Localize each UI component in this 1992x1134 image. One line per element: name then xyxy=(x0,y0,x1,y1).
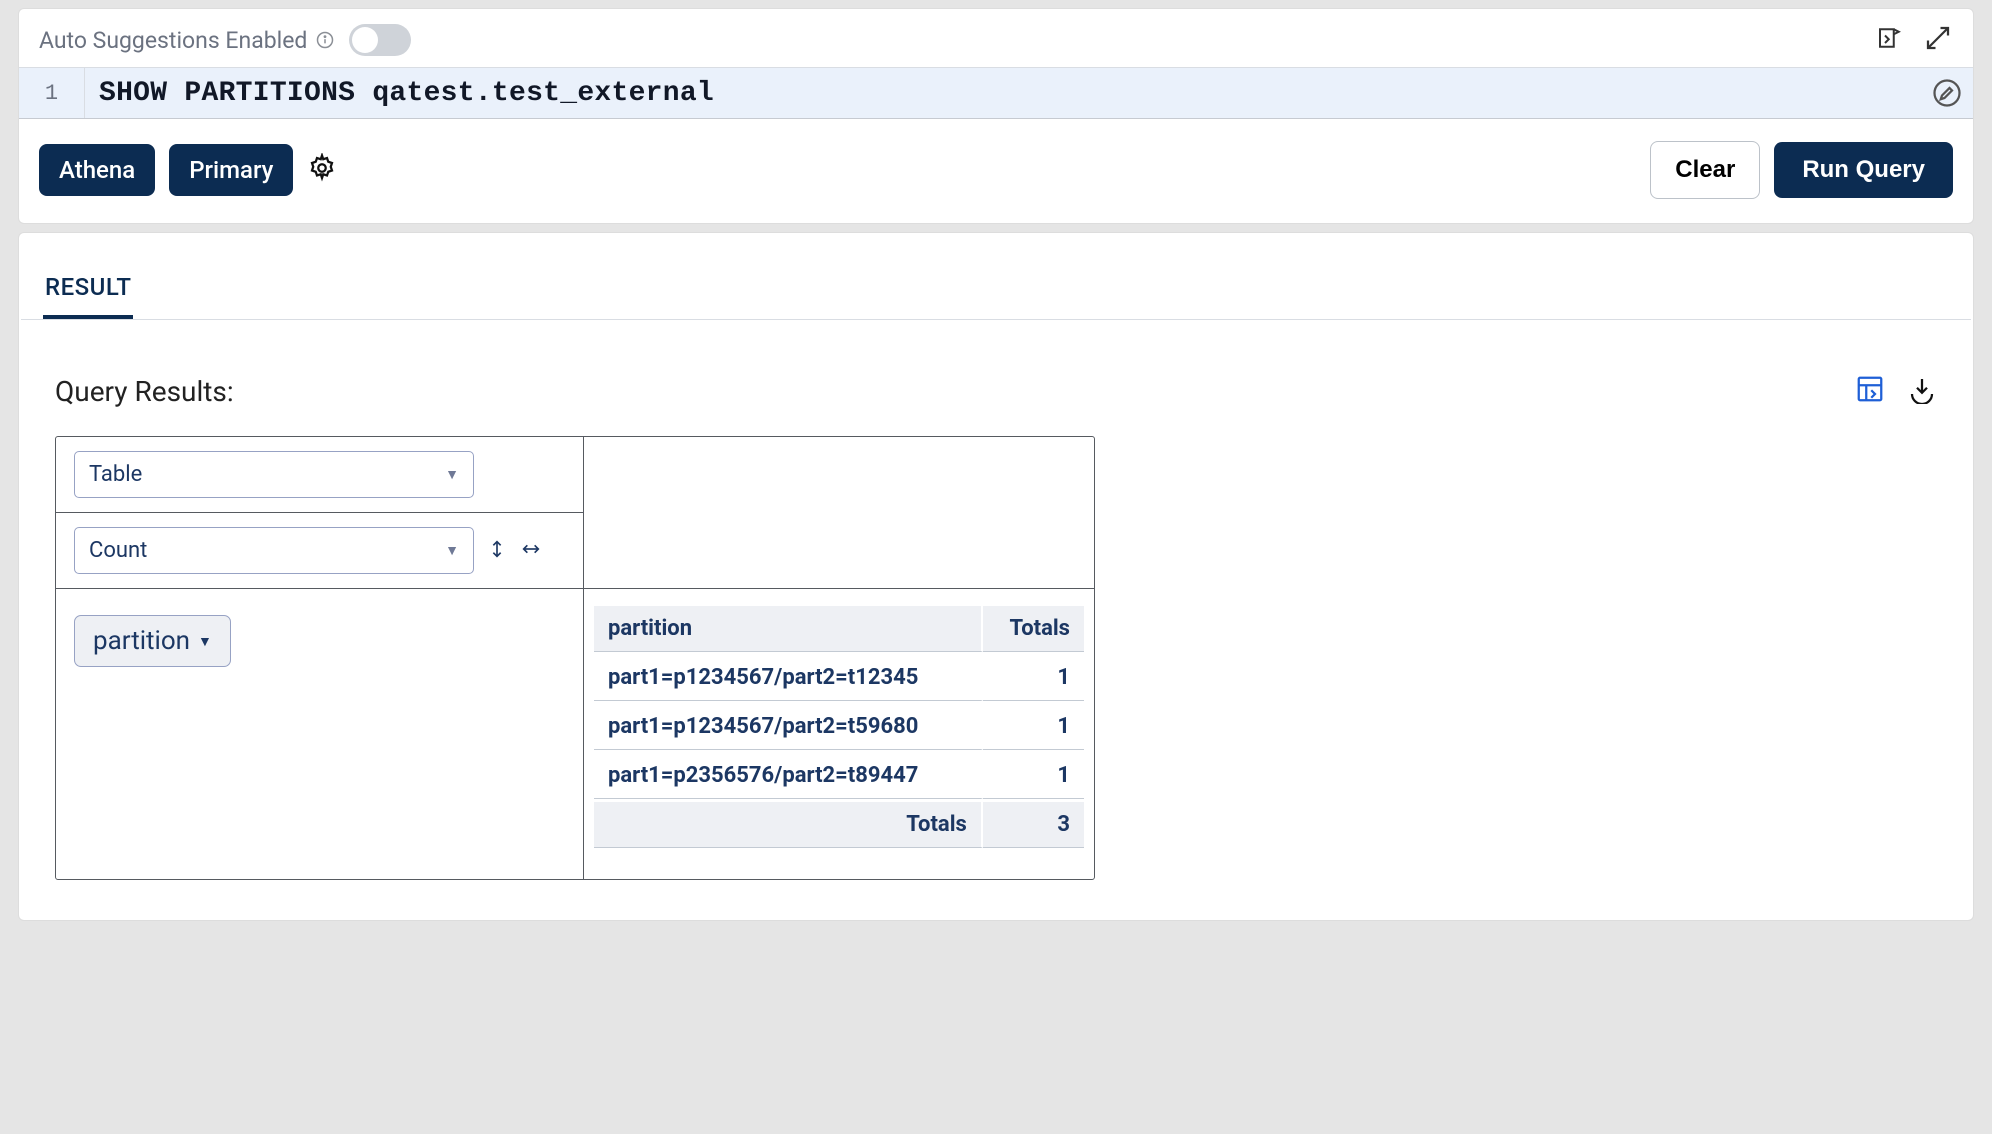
tab-result[interactable]: RESULT xyxy=(43,259,133,319)
results-table: partition Totals part1=p1234567/part2=t1… xyxy=(594,603,1084,851)
cell-count: 1 xyxy=(983,753,1084,799)
cell-partition: part1=p2356576/part2=t89447 xyxy=(594,753,983,799)
download-icon[interactable] xyxy=(1907,374,1937,408)
view-select[interactable]: Table ▼ xyxy=(74,451,474,498)
agg-select-row: Count ▼ xyxy=(56,513,583,589)
chevron-down-icon: ▼ xyxy=(445,542,459,559)
clear-button[interactable]: Clear xyxy=(1650,141,1760,199)
view-select-value: Table xyxy=(89,462,142,487)
engine-chip[interactable]: Athena xyxy=(39,144,155,196)
pivot-container: Table ▼ Count ▼ xyxy=(55,436,1095,880)
table-footer-row: Totals 3 xyxy=(594,802,1084,848)
results-title: Query Results: xyxy=(55,375,234,408)
col-totals[interactable]: Totals xyxy=(983,606,1084,652)
editor-action-icons xyxy=(1875,23,1953,57)
auto-suggestions-toggle[interactable] xyxy=(349,24,411,56)
pivot-right: partition Totals part1=p1234567/part2=t1… xyxy=(584,437,1094,879)
chevron-down-icon: ▼ xyxy=(445,466,459,483)
view-select-row: Table ▼ xyxy=(56,437,583,513)
results-header: Query Results: xyxy=(55,374,1937,408)
info-icon[interactable] xyxy=(315,30,335,50)
run-query-button[interactable]: Run Query xyxy=(1774,142,1953,198)
pivot-config-left: Table ▼ Count ▼ xyxy=(56,437,584,879)
col-partition[interactable]: partition xyxy=(594,606,983,652)
cell-count: 1 xyxy=(983,655,1084,701)
groupby-chip[interactable]: partition ▼ xyxy=(74,615,231,667)
pivot-data: partition Totals part1=p1234567/part2=t1… xyxy=(584,589,1094,879)
footer-total: 3 xyxy=(983,802,1084,848)
results-wrap: Query Results: Table ▼ xyxy=(21,320,1971,880)
horizontal-swap-icon[interactable] xyxy=(520,538,542,564)
line-number: 1 xyxy=(19,68,85,118)
table-row: part1=p2356576/part2=t89447 1 xyxy=(594,753,1084,799)
code-editor[interactable]: 1 SHOW PARTITIONS qatest.test_external xyxy=(19,67,1973,119)
agg-select-value: Count xyxy=(89,538,147,563)
query-text[interactable]: SHOW PARTITIONS qatest.test_external xyxy=(85,68,1921,118)
open-editor-icon[interactable] xyxy=(1875,23,1905,57)
result-tabs: RESULT xyxy=(21,257,1971,320)
groupby-row: partition ▼ xyxy=(56,589,583,879)
table-header-row: partition Totals xyxy=(594,606,1084,652)
auto-suggestions-label: Auto Suggestions Enabled xyxy=(39,27,307,54)
cell-partition: part1=p1234567/part2=t12345 xyxy=(594,655,983,701)
workgroup-chip[interactable]: Primary xyxy=(169,144,293,196)
pivot-view-icon[interactable] xyxy=(1855,374,1885,408)
groupby-chip-label: partition xyxy=(93,626,190,656)
cell-count: 1 xyxy=(983,704,1084,750)
pivot-columns-dropzone[interactable] xyxy=(584,437,1094,589)
query-panel: Auto Suggestions Enabled 1 SHOW PARTITIO… xyxy=(18,8,1974,224)
table-row: part1=p1234567/part2=t12345 1 xyxy=(594,655,1084,701)
vertical-swap-icon[interactable] xyxy=(486,538,508,564)
table-row: part1=p1234567/part2=t59680 1 xyxy=(594,704,1084,750)
settings-icon[interactable] xyxy=(307,153,337,187)
auto-suggestions-row: Auto Suggestions Enabled xyxy=(39,23,1953,57)
footer-label: Totals xyxy=(594,802,983,848)
triangle-down-icon: ▼ xyxy=(198,633,212,650)
expand-icon[interactable] xyxy=(1923,23,1953,57)
cell-partition: part1=p1234567/part2=t59680 xyxy=(594,704,983,750)
results-panel: RESULT Query Results: Table ▼ xyxy=(18,232,1974,921)
results-action-icons xyxy=(1855,374,1937,408)
edit-query-icon[interactable] xyxy=(1921,68,1973,118)
controls-row: Athena Primary Clear Run Query xyxy=(39,141,1953,199)
agg-select[interactable]: Count ▼ xyxy=(74,527,474,574)
